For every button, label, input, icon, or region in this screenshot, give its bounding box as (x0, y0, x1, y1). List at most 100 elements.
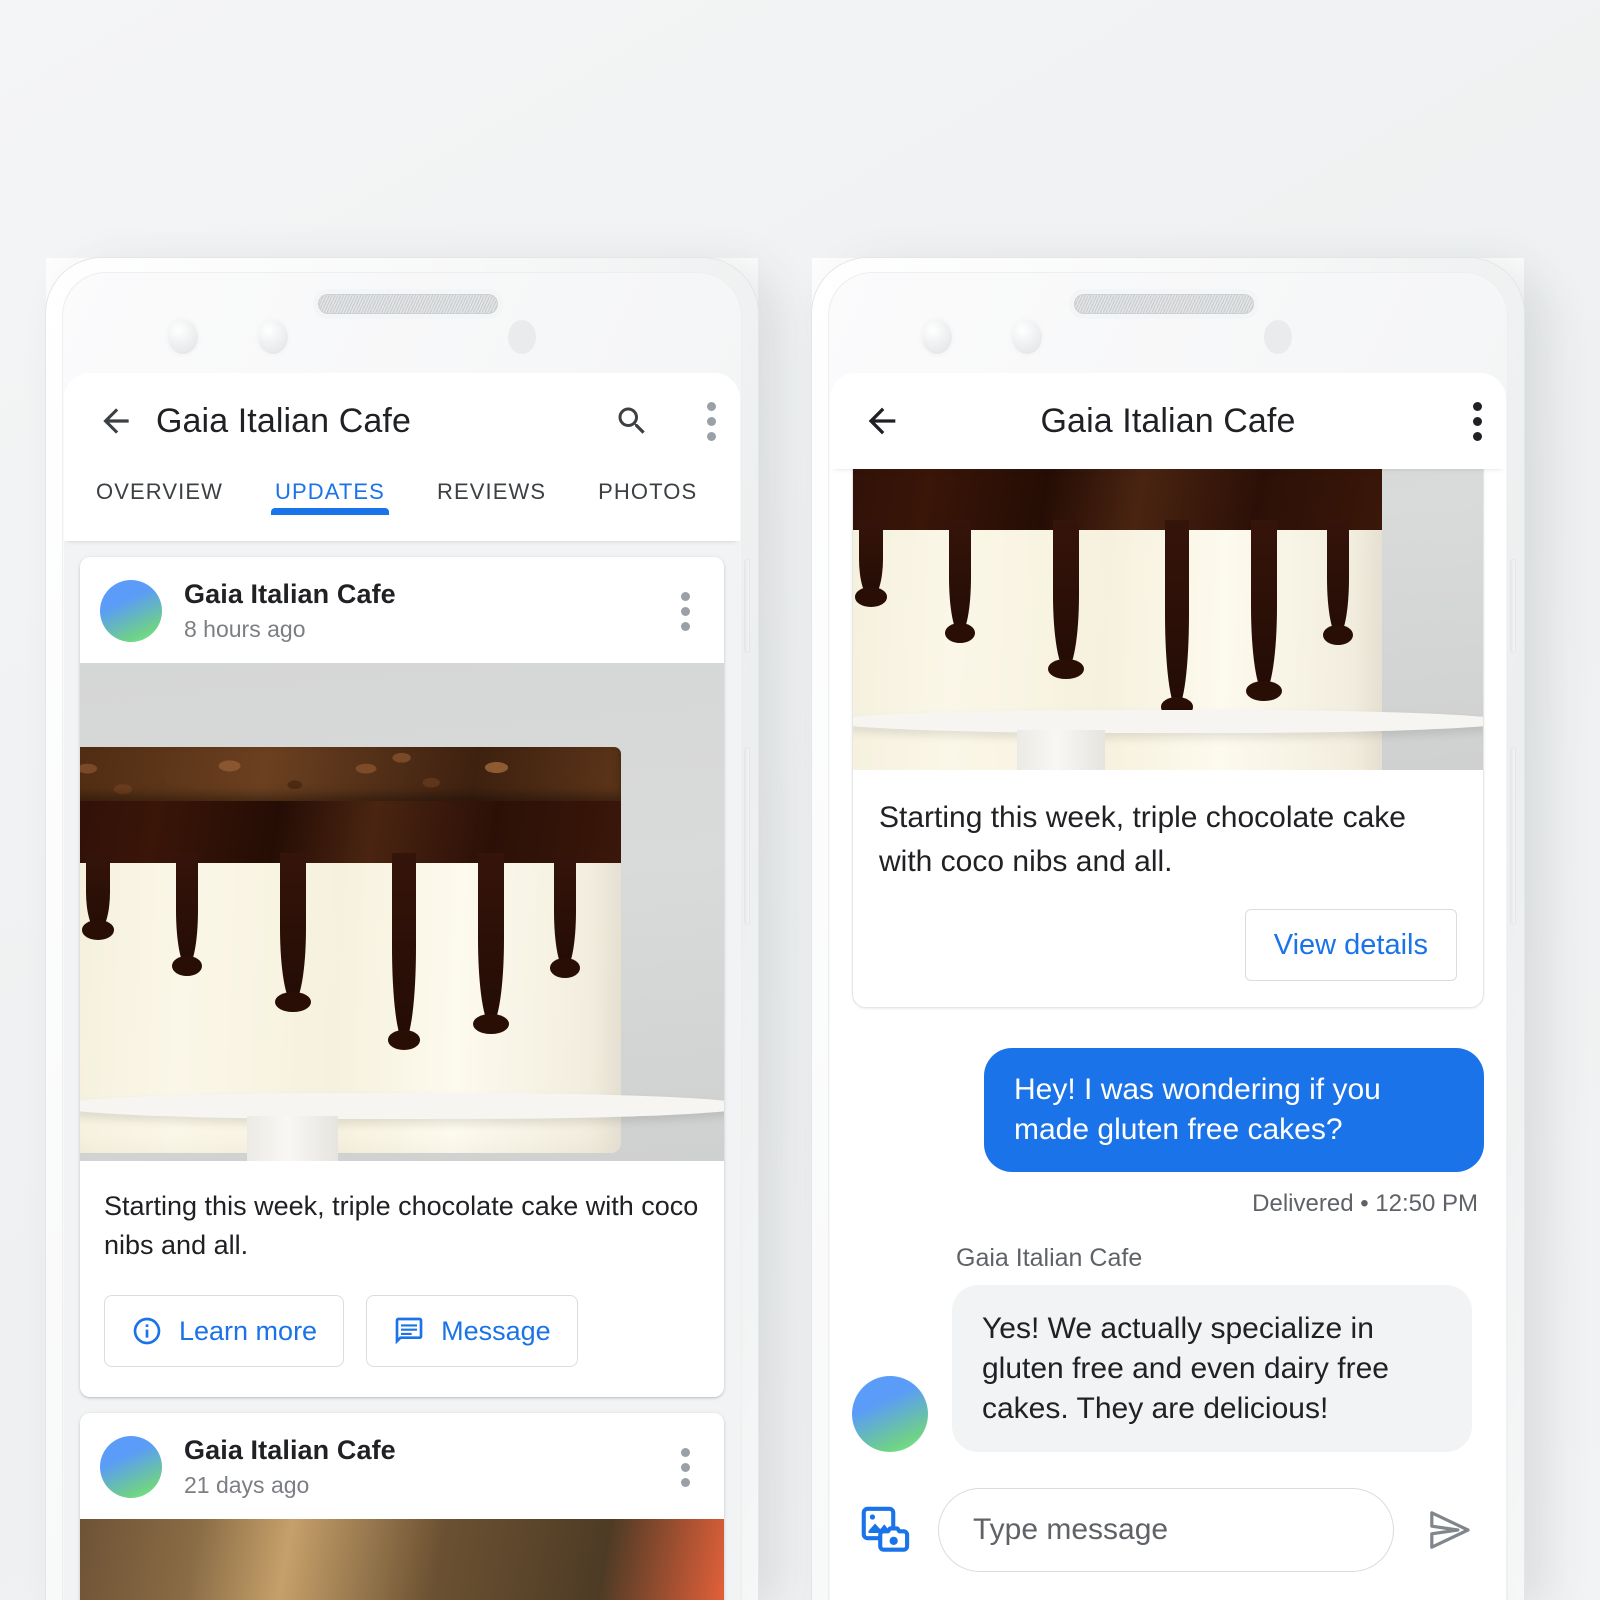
send-icon (1430, 1511, 1470, 1549)
outgoing-message-bubble[interactable]: Hey! I was wondering if you made gluten … (984, 1048, 1484, 1172)
conversation-scroll[interactable]: Starting this week, triple chocolate cak… (830, 469, 1506, 1460)
screenshot-stage: Gaia Italian Cafe OVERVIEW UPDATES REVIE… (0, 0, 1600, 1600)
avatar (100, 580, 162, 642)
button-label: View details (1273, 928, 1428, 961)
arrow-left-icon (868, 407, 896, 435)
message-composer: Type message (830, 1460, 1506, 1600)
message-timestamp: 15 min (830, 1452, 1506, 1460)
post-timestamp: 21 days ago (184, 1472, 310, 1499)
cake-stand-stem (247, 1116, 338, 1161)
right-phone-screen: Gaia Italian Cafe Starting this week, tr… (830, 373, 1506, 1600)
active-tab-indicator (270, 508, 389, 515)
proximity-sensor-icon (258, 320, 288, 354)
cake-drip (473, 853, 509, 1034)
arrow-left-icon (103, 408, 129, 434)
view-details-button[interactable]: View details (1244, 909, 1457, 981)
power-button[interactable] (1511, 748, 1515, 924)
tab-bar: OVERVIEW UPDATES REVIEWS PHOTOS (64, 469, 740, 541)
post-image[interactable] (80, 663, 724, 1161)
rich-card-body-text: Starting this week, triple chocolate cak… (879, 801, 1406, 878)
cake-ganache (80, 791, 621, 863)
cake-drip (1160, 520, 1194, 717)
more-vert-icon (1473, 401, 1482, 441)
image-camera-icon (861, 1506, 910, 1552)
cake-drip (1323, 520, 1353, 645)
volume-button[interactable] (1511, 560, 1515, 652)
page-title: Gaia Italian Cafe (156, 401, 411, 440)
tab-label: PHOTOS (598, 479, 698, 504)
message-status: Delivered • 12:50 PM (1252, 1189, 1478, 1217)
cake-drip (1048, 520, 1084, 679)
cake-ganache (853, 469, 1383, 530)
page-title: Gaia Italian Cafe (1040, 401, 1296, 440)
cake-shavings (80, 747, 621, 801)
learn-more-button[interactable]: Learn more (104, 1295, 345, 1368)
tab-reviews[interactable]: REVIEWS (411, 469, 572, 505)
tab-label: OVERVIEW (96, 479, 223, 504)
cake-drip (550, 853, 580, 978)
ambient-light-sensor-icon (508, 320, 536, 354)
search-button[interactable] (604, 393, 660, 449)
tab-photos[interactable]: PHOTOS (572, 469, 723, 505)
post-card[interactable]: Gaia Italian Cafe 8 hours ago Starting t… (80, 557, 724, 1398)
post-author: Gaia Italian Cafe (184, 1435, 396, 1466)
post-body-text: Starting this week, triple chocolate cak… (104, 1191, 699, 1261)
back-button[interactable] (854, 393, 910, 449)
post-author: Gaia Italian Cafe (184, 579, 396, 609)
tab-overview[interactable]: OVERVIEW (70, 469, 249, 505)
power-button[interactable] (745, 748, 749, 924)
send-button[interactable] (1416, 1497, 1482, 1563)
right-phone-device: Gaia Italian Cafe Starting this week, tr… (812, 258, 1524, 1600)
proximity-sensor-icon (1012, 320, 1042, 354)
button-label: Learn more (179, 1315, 318, 1346)
cake-drip (275, 853, 311, 1012)
post-card[interactable]: Gaia Italian Cafe 21 days ago (80, 1413, 724, 1600)
cake-stand-stem (1016, 730, 1105, 770)
cake-stand (80, 1092, 724, 1119)
post-actions: Learn more Message (80, 1271, 724, 1397)
rich-card-image[interactable] (853, 469, 1483, 770)
post-timestamp: 8 hours ago (184, 616, 306, 642)
cake-drip (1246, 520, 1282, 701)
post-overflow-button[interactable] (667, 582, 704, 641)
more-vert-icon (707, 401, 716, 441)
message-input-placeholder: Type message (973, 1513, 1169, 1546)
incoming-message-bubble[interactable]: Yes! We actually specialize in gluten fr… (952, 1284, 1472, 1453)
cake-stand (853, 709, 1483, 733)
avatar (852, 1376, 928, 1453)
cake-drip (854, 520, 888, 607)
avatar (100, 1436, 162, 1499)
chat-bubble-icon (395, 1317, 423, 1345)
incoming-sender-name: Gaia Italian Cafe (956, 1243, 1143, 1272)
cake-drip (172, 853, 202, 976)
cake-drip (945, 520, 975, 643)
cake-drip (387, 853, 421, 1050)
volume-button[interactable] (745, 560, 749, 652)
overflow-menu-button[interactable] (1426, 393, 1482, 449)
tab-updates[interactable]: UPDATES (249, 469, 411, 515)
left-phone-device: Gaia Italian Cafe OVERVIEW UPDATES REVIE… (46, 258, 758, 1600)
earpiece-speaker (318, 294, 498, 314)
tab-label: REVIEWS (436, 479, 547, 504)
message-button[interactable]: Message (366, 1295, 578, 1368)
left-phone-screen: Gaia Italian Cafe OVERVIEW UPDATES REVIE… (64, 373, 740, 1600)
back-button[interactable] (88, 393, 144, 449)
rich-card[interactable]: Starting this week, triple chocolate cak… (852, 469, 1484, 1008)
post-header: Gaia Italian Cafe 8 hours ago (80, 557, 724, 663)
ambient-light-sensor-icon (1264, 320, 1292, 354)
cake-drip (81, 853, 115, 940)
tab-label: UPDATES (274, 479, 385, 504)
message-input[interactable]: Type message (938, 1488, 1394, 1572)
incoming-message-row: Yes! We actually specialize in gluten fr… (830, 1273, 1506, 1453)
info-circle-icon (133, 1317, 161, 1345)
post-image[interactable] (80, 1519, 724, 1600)
front-camera-icon (922, 320, 952, 354)
attach-image-button[interactable] (854, 1499, 916, 1561)
front-camera-icon (168, 320, 198, 354)
right-app-bar: Gaia Italian Cafe (830, 373, 1506, 469)
updates-feed[interactable]: Gaia Italian Cafe 8 hours ago Starting t… (64, 541, 740, 1600)
post-overflow-button[interactable] (667, 1438, 704, 1497)
overflow-menu-button[interactable] (660, 393, 716, 449)
left-app-bar: Gaia Italian Cafe OVERVIEW UPDATES REVIE… (64, 373, 740, 541)
earpiece-speaker (1074, 294, 1254, 314)
